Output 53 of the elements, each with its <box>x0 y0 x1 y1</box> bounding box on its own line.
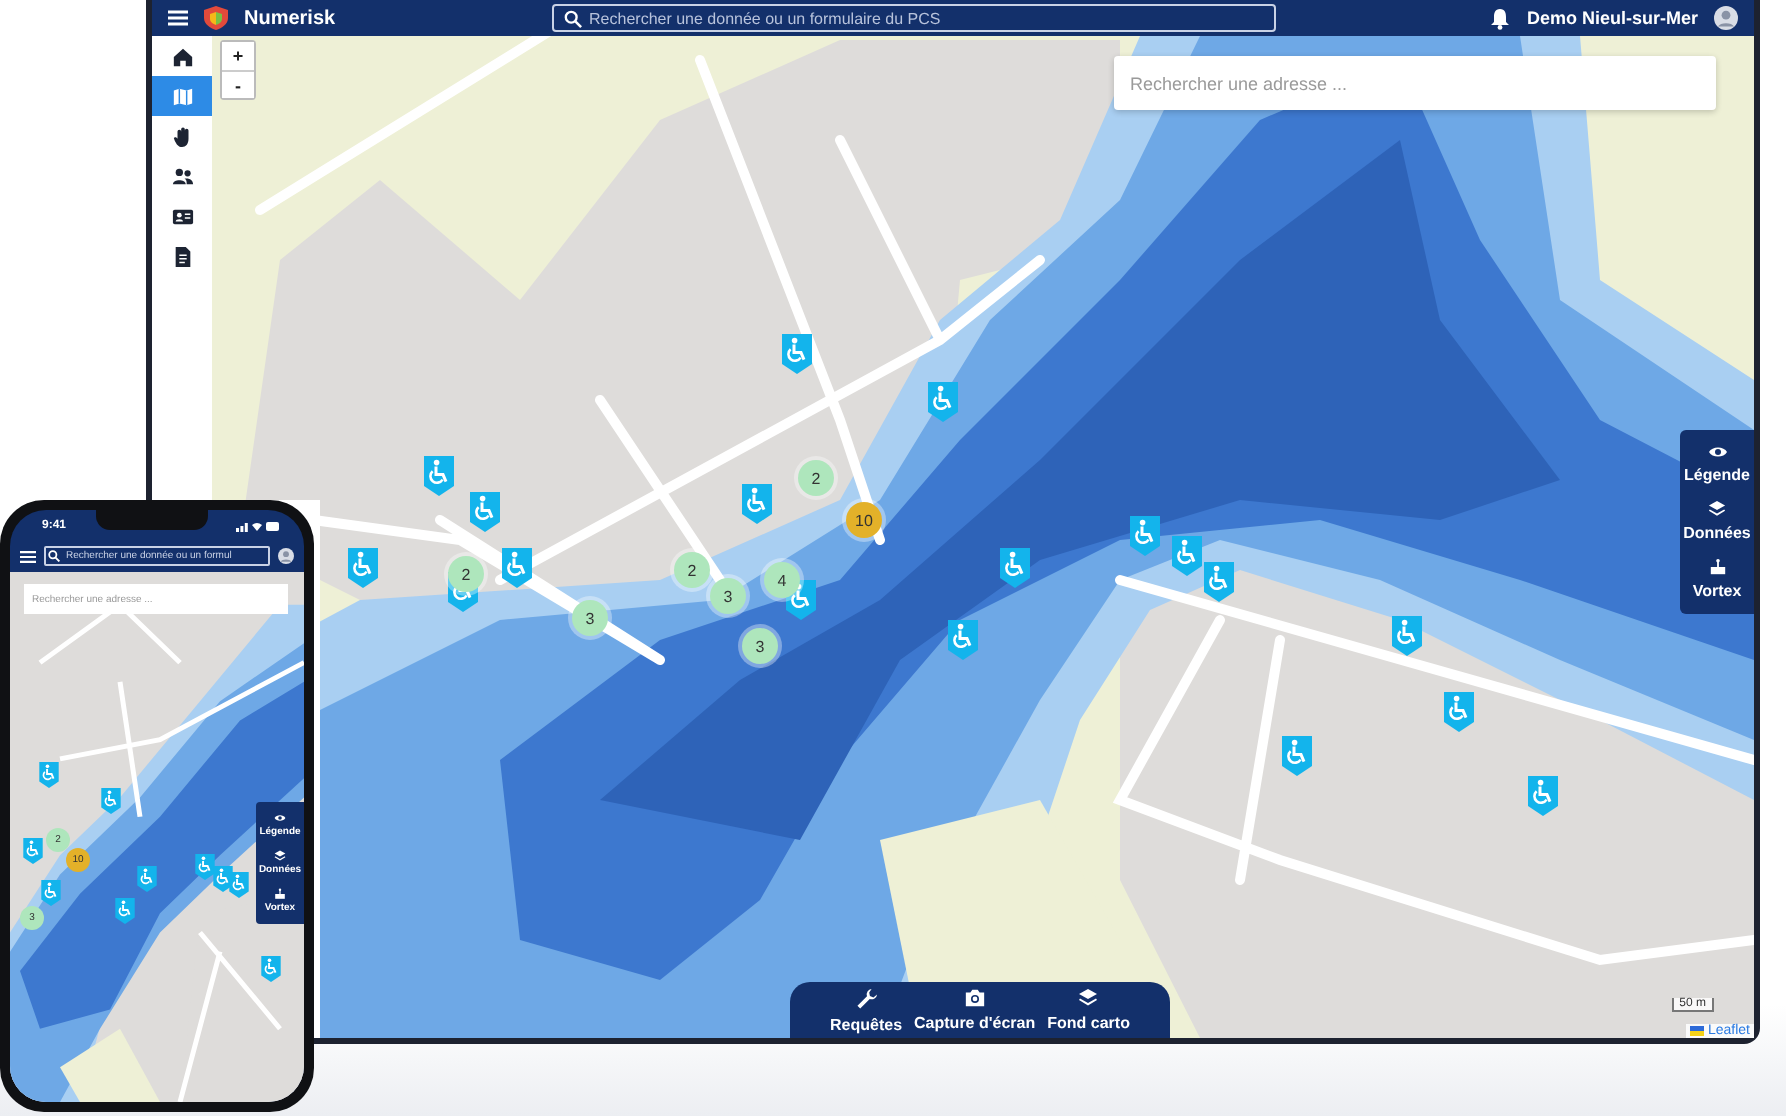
flag-icon <box>1689 1026 1704 1036</box>
eye-icon <box>1707 444 1727 460</box>
avatar-icon[interactable] <box>1714 6 1738 30</box>
wheelchair-pin-icon[interactable] <box>468 492 502 532</box>
status-icons-icon <box>235 519 280 531</box>
wheelchair-pin-icon[interactable] <box>1390 616 1424 656</box>
wheelchair-pin-icon[interactable] <box>946 620 980 660</box>
wheelchair-pin-icon[interactable] <box>1442 692 1476 732</box>
wheelchair-pin-icon[interactable] <box>1202 562 1236 602</box>
document-icon <box>171 245 193 267</box>
search-field[interactable]: Rechercher une donnée ou un formulaire du PCS <box>551 4 1276 32</box>
wheelchair-pin-icon[interactable] <box>740 484 774 524</box>
layers-icon <box>1078 988 1099 1008</box>
menu-icon[interactable] <box>168 10 188 26</box>
map-icon <box>171 85 193 107</box>
toolbar-button[interactable]: Capture d'écran <box>914 982 1036 1038</box>
wrench-icon <box>855 987 878 1009</box>
panel-button[interactable]: Légende <box>1680 436 1754 492</box>
wheelchair-pin-icon[interactable] <box>1128 516 1162 556</box>
logo-icon <box>204 6 228 30</box>
panel-button[interactable]: Vortex <box>1680 550 1754 608</box>
wheelchair-pin-icon[interactable] <box>1280 736 1314 776</box>
search-icon <box>563 9 582 27</box>
app-name: Numerisk <box>244 7 336 29</box>
user-name[interactable]: Demo Nieul-sur-Mer <box>1526 8 1698 28</box>
home-icon <box>171 45 193 67</box>
wheelchair-pin-icon[interactable] <box>1526 776 1560 816</box>
wheelchair-pin-icon[interactable] <box>780 334 814 374</box>
eye-icon <box>274 812 286 824</box>
menu-icon[interactable] <box>20 549 36 563</box>
layers-icon <box>1708 500 1726 518</box>
people-icon <box>171 165 193 187</box>
wheelchair-pin-icon[interactable] <box>998 548 1032 588</box>
address-search-field[interactable]: Rechercher une adresse ... <box>1114 56 1716 110</box>
hand-icon <box>171 125 193 147</box>
toolbar-button[interactable]: Requêtes <box>830 982 903 1038</box>
toolbar-button[interactable]: Fond carto <box>1047 982 1130 1038</box>
wheelchair-pin-icon[interactable] <box>926 382 960 422</box>
layers-icon <box>274 850 286 862</box>
avatar-icon[interactable] <box>278 548 294 564</box>
id-card-icon <box>171 205 193 227</box>
phone-notch <box>95 510 207 530</box>
wheelchair-pin-icon[interactable] <box>346 548 380 588</box>
camera-icon <box>963 988 986 1008</box>
antenna-icon <box>274 888 286 900</box>
wheelchair-pin-icon[interactable] <box>500 548 534 588</box>
zoom-out-button[interactable]: - <box>222 70 254 98</box>
search-icon <box>48 550 60 562</box>
antenna-icon <box>1707 558 1727 576</box>
wheelchair-pin-icon[interactable] <box>422 456 456 496</box>
wheelchair-pin-icon[interactable] <box>1170 536 1204 576</box>
panel-button[interactable]: Données <box>1680 492 1754 550</box>
bell-icon[interactable] <box>1490 7 1511 29</box>
